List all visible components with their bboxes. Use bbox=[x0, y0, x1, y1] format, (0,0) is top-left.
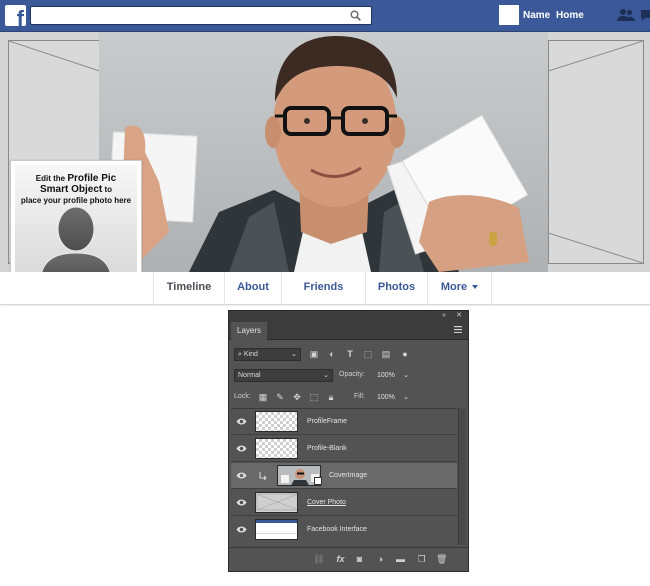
visibility-eye-icon[interactable] bbox=[236, 417, 247, 426]
layer-name[interactable]: Cover Photo bbox=[307, 499, 346, 506]
profile-picture-instructions: Edit the Profile Pic Smart Object to pla… bbox=[15, 173, 137, 206]
layer-row[interactable]: Facebook Interface bbox=[231, 517, 457, 543]
chevron-down-icon[interactable]: ⌄ bbox=[403, 391, 409, 404]
clipping-mask-arrow-icon bbox=[259, 472, 267, 480]
lock-image-brush-icon[interactable]: ✎ bbox=[275, 392, 285, 402]
layer-thumbnail bbox=[255, 411, 298, 432]
filter-type-icon[interactable]: T bbox=[345, 349, 355, 359]
visibility-eye-icon[interactable] bbox=[236, 444, 247, 453]
facebook-logo-icon[interactable]: f bbox=[5, 5, 26, 26]
layer-name[interactable]: CoverImage bbox=[329, 472, 367, 479]
fx-icon[interactable]: fx bbox=[335, 554, 346, 565]
adjustment-icon[interactable]: ◑ bbox=[375, 554, 386, 565]
folder-icon[interactable]: ▬ bbox=[395, 554, 406, 565]
layer-thumbnail bbox=[255, 519, 298, 540]
man-holding-cards-illustration bbox=[108, 36, 529, 272]
filter-shape-icon[interactable]: ⬚ bbox=[363, 349, 373, 359]
trash-icon[interactable]: 🗑︎ bbox=[436, 554, 447, 565]
link-icon[interactable]: ⛓ bbox=[313, 554, 324, 565]
layers-list: ProfileFrame Profile-Blank CoverImage Co… bbox=[231, 408, 457, 545]
lock-label: Lock: bbox=[234, 393, 251, 400]
tab-about[interactable]: About bbox=[224, 272, 281, 305]
profile-name-link[interactable]: Name bbox=[523, 10, 550, 21]
layers-scrollbar[interactable] bbox=[458, 408, 466, 545]
search-icon[interactable] bbox=[350, 10, 361, 21]
layer-row[interactable]: Cover Photo bbox=[231, 490, 457, 516]
cover-placeholder-right bbox=[548, 40, 644, 264]
lock-artboard-icon[interactable]: ⬚ bbox=[309, 392, 319, 402]
blend-mode-value: Normal bbox=[238, 372, 261, 379]
tab-timeline[interactable]: Timeline bbox=[153, 272, 224, 305]
filter-pixel-icon[interactable]: ▣ bbox=[309, 349, 319, 359]
cover-photo[interactable] bbox=[99, 32, 548, 272]
layer-thumbnail bbox=[255, 438, 298, 459]
layers-panel: « ✕ Layers ⌕ Kind ⌄ ▣ ◐ T ⬚ ▤ ● Normal ⌄ O… bbox=[228, 310, 469, 572]
layer-name[interactable]: Profile-Blank bbox=[307, 445, 347, 452]
tab-photos[interactable]: Photos bbox=[365, 272, 427, 305]
layer-thumbnail bbox=[255, 492, 298, 513]
search-input[interactable] bbox=[30, 6, 372, 25]
friend-requests-icon[interactable] bbox=[617, 8, 635, 22]
fill-value: 100% bbox=[377, 394, 395, 401]
mask-icon[interactable]: ◙ bbox=[354, 554, 365, 565]
layer-row[interactable]: ProfileFrame bbox=[231, 409, 457, 435]
filter-toggle-icon[interactable]: ● bbox=[400, 349, 410, 359]
tab-more-label: More bbox=[440, 281, 468, 293]
lock-position-icon[interactable]: ✥ bbox=[292, 392, 302, 402]
opacity-label: Opacity: bbox=[339, 371, 365, 378]
opacity-value: 100% bbox=[377, 372, 395, 379]
new-layer-icon[interactable]: ❐ bbox=[416, 554, 427, 565]
caret-down-icon bbox=[472, 285, 479, 290]
cover-thumbnail-icon bbox=[256, 493, 297, 511]
chevron-down-icon[interactable]: ⌄ bbox=[403, 369, 409, 382]
lock-all-icon[interactable]: 🔒︎ bbox=[326, 392, 336, 402]
smart-object-badge-icon bbox=[314, 477, 322, 485]
chevron-down-icon: ⌄ bbox=[291, 351, 297, 358]
opacity-input[interactable]: 100% ⌄ bbox=[373, 369, 415, 382]
layer-name[interactable]: Facebook Interface bbox=[307, 526, 367, 533]
tab-more[interactable]: More bbox=[427, 272, 492, 305]
panel-menu-icon[interactable] bbox=[454, 326, 462, 333]
instruction-text: to bbox=[102, 185, 113, 194]
fill-input[interactable]: 100% ⌄ bbox=[373, 391, 415, 404]
profile-picture-frame[interactable]: Edit the Profile Pic Smart Object to pla… bbox=[10, 160, 142, 290]
panel-title-strip[interactable]: « ✕ bbox=[229, 311, 468, 320]
filter-smart-object-icon[interactable]: ▤ bbox=[381, 349, 391, 359]
instruction-text-bold: Profile Pic bbox=[67, 173, 117, 184]
instruction-text-bold: Smart Object bbox=[39, 184, 103, 195]
panel-tab-row: Layers bbox=[229, 320, 468, 340]
visibility-eye-icon[interactable] bbox=[236, 471, 247, 480]
facebook-logo-letter: f bbox=[16, 6, 24, 27]
tab-layers[interactable]: Layers bbox=[231, 322, 268, 340]
facebook-top-bar: f Name Home bbox=[0, 0, 650, 32]
profile-nav-bar: Timeline About Friends Photos More bbox=[0, 272, 650, 305]
visibility-eye-icon[interactable] bbox=[236, 525, 247, 534]
filter-adjustment-icon[interactable]: ◐ bbox=[327, 349, 337, 359]
layers-panel-footer: ⛓ fx ◙ ◑ ▬ ❐ 🗑︎ bbox=[229, 547, 468, 571]
close-panel-icon[interactable]: ✕ bbox=[456, 311, 462, 320]
blend-mode-select[interactable]: Normal ⌄ bbox=[234, 369, 333, 382]
tab-friends[interactable]: Friends bbox=[281, 272, 365, 305]
visibility-eye-icon[interactable] bbox=[236, 498, 247, 507]
profile-picture-placeholder[interactable]: Edit the Profile Pic Smart Object to pla… bbox=[15, 165, 137, 285]
fill-label: Fill: bbox=[354, 393, 365, 400]
instruction-text: Edit the bbox=[35, 174, 68, 183]
filter-kind-value: Kind bbox=[243, 351, 258, 358]
layer-row-selected[interactable]: CoverImage bbox=[231, 463, 457, 489]
home-link[interactable]: Home bbox=[556, 10, 584, 21]
chevron-down-icon: ⌄ bbox=[323, 372, 329, 379]
layer-name[interactable]: ProfileFrame bbox=[307, 418, 347, 425]
messages-icon[interactable] bbox=[640, 8, 650, 22]
filter-kind-select[interactable]: ⌕ Kind ⌄ bbox=[234, 348, 301, 361]
interface-thumbnail-icon bbox=[256, 520, 297, 534]
collapse-panel-icon[interactable]: « bbox=[442, 311, 446, 320]
user-avatar-thumbnail[interactable] bbox=[499, 5, 519, 25]
layer-row[interactable]: Profile-Blank bbox=[231, 436, 457, 462]
lock-transparent-icon[interactable]: ▦ bbox=[258, 392, 268, 402]
